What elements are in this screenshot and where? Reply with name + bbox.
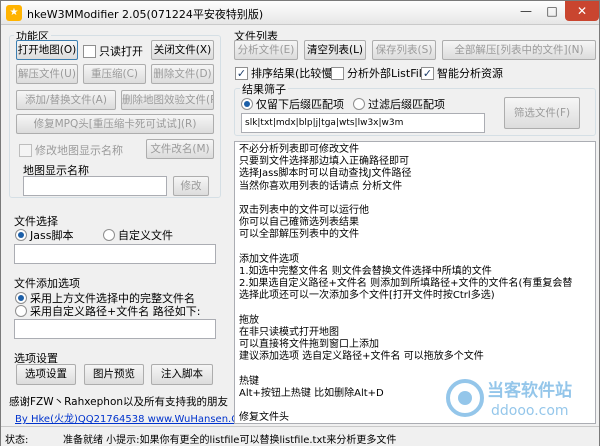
extract-file-button[interactable]: 解压文件(U) bbox=[16, 64, 78, 84]
help-line: 1.如选中完整文件名 则文件会替换文件选择中所填的文件 bbox=[239, 265, 492, 277]
maximize-button[interactable]: □ bbox=[539, 1, 565, 21]
jass-label: Jass脚本 bbox=[30, 229, 74, 242]
sort-result-checkbox[interactable]: ✓ 排序结果(比较慢) bbox=[235, 65, 337, 81]
window-title: hkeW3MModifier 2.05(071224平安夜特别版) bbox=[27, 8, 264, 21]
help-line: 你可以自己確筛选列表结果 bbox=[239, 217, 359, 229]
radio-dot bbox=[15, 229, 27, 241]
credit-link[interactable]: By Hke(火龙)QQ21764538 www.WuHansen.Com bbox=[15, 410, 254, 425]
recompress-button[interactable]: 重压缩(C) bbox=[83, 64, 146, 84]
analyze-external-label: 分析外部ListFile bbox=[347, 67, 429, 80]
map-name-input[interactable] bbox=[23, 176, 167, 196]
help-line bbox=[239, 193, 591, 205]
readonly-checkbox[interactable]: 只读打开 bbox=[83, 43, 143, 59]
filter-title: 结果筛子 bbox=[240, 81, 288, 97]
custom-file-label: 自定义文件 bbox=[118, 229, 173, 242]
settings-button[interactable]: 选项设置 bbox=[16, 364, 76, 385]
delete-protect-button[interactable]: 删除地图效验文件(P) bbox=[121, 90, 214, 110]
thanks-text: 感谢FZW丶Rahxephon以及所有支持我的朋友 bbox=[9, 396, 229, 408]
main-window: ★ hkeW3MModifier 2.05(071224平安夜特别版) — □ … bbox=[0, 0, 600, 446]
help-line: 2.如果选自定义路径+文件名 则添加到所填路径+文件的文件名(有重复会替 bbox=[239, 278, 573, 290]
custom-path-input[interactable] bbox=[14, 319, 216, 339]
help-line: 只要到文件选择那边填入正确路径即可 bbox=[239, 156, 409, 168]
radio-dot bbox=[353, 98, 365, 110]
analyze-external-checkbox[interactable]: 分析外部ListFile bbox=[331, 65, 429, 81]
smart-analyze-label: 智能分析资源 bbox=[437, 67, 503, 80]
filter-out-label: 过滤后缀匹配项 bbox=[368, 98, 445, 111]
add-replace-button[interactable]: 添加/替换文件(A) bbox=[16, 90, 116, 110]
status-label: 状态: bbox=[5, 435, 29, 446]
title-bar[interactable]: ★ hkeW3MModifier 2.05(071224平安夜特别版) — □ … bbox=[1, 1, 599, 25]
modify-name-checkbox[interactable]: 修改地图显示名称 bbox=[19, 142, 123, 158]
help-line: 建议添加选项 选自定义路径+文件名 可以拖放多个文件 bbox=[239, 351, 484, 363]
readonly-label: 只读打开 bbox=[99, 45, 143, 58]
help-line: 双击列表中的文件可以运行他 bbox=[239, 204, 369, 216]
help-line: 拖放 bbox=[239, 314, 259, 326]
help-line bbox=[239, 242, 591, 254]
help-line: 不必分析列表即可修改文件 bbox=[239, 144, 359, 155]
checkbox-box: ✓ bbox=[235, 66, 248, 80]
status-bar: 状态: 准备就绪 小提示:如果你有更全的listfile可以替换listfile… bbox=[1, 426, 599, 446]
custom-path-radio[interactable]: 采用自定义路径+文件名 路径如下: bbox=[15, 303, 200, 319]
delete-file-button[interactable]: 删除文件(D) bbox=[151, 64, 214, 84]
file-add-title: 文件添加选项 bbox=[14, 277, 80, 290]
checkbox-box: ✓ bbox=[421, 66, 434, 80]
close-file-button[interactable]: 关闭文件(X) bbox=[151, 40, 214, 60]
custom-file-radio[interactable]: 自定义文件 bbox=[103, 227, 173, 243]
modify-name-label: 修改地图显示名称 bbox=[35, 144, 123, 157]
extract-all-button[interactable]: 全部解压[列表中的文件](N) bbox=[442, 40, 596, 60]
help-line: 当然你喜欢用列表的话请点 分析文件 bbox=[239, 180, 403, 192]
fix-mpq-button[interactable]: 修复MPQ头[重压缩卡死可试试](R) bbox=[16, 114, 214, 134]
help-line: 添加文件选项 bbox=[239, 253, 299, 265]
smart-analyze-checkbox[interactable]: ✓ 智能分析资源 bbox=[421, 65, 503, 81]
analyze-file-button[interactable]: 分析文件(E) bbox=[234, 40, 298, 60]
rename-file-button[interactable]: 文件改名(M) bbox=[146, 139, 214, 159]
help-line: 在非只读模式打开地图 bbox=[239, 326, 339, 338]
help-line: 可以全部解压列表中的文件 bbox=[239, 229, 359, 241]
watermark-en: ddooo.com bbox=[491, 403, 569, 419]
close-window-button[interactable]: ✕ bbox=[565, 1, 599, 21]
filter-file-button[interactable]: 筛选文件(F) bbox=[504, 97, 580, 129]
sort-result-label: 排序结果(比较慢) bbox=[251, 67, 337, 80]
save-list-button[interactable]: 保存列表(S) bbox=[372, 40, 436, 60]
open-map-button[interactable]: 打开地图(O) bbox=[16, 40, 78, 60]
file-path-input[interactable] bbox=[14, 244, 216, 264]
watermark-logo: 当客软件站 ddooo.com bbox=[446, 379, 572, 419]
image-preview-button[interactable]: 图片预览 bbox=[84, 364, 144, 385]
help-line: 可以直接将文件拖到窗口上添加 bbox=[239, 339, 379, 350]
minimize-button[interactable]: — bbox=[513, 1, 539, 21]
help-line bbox=[239, 302, 591, 314]
help-line: 选择Jass脚本时可以自动查找J文件路径 bbox=[239, 168, 412, 180]
app-icon: ★ bbox=[6, 5, 22, 21]
keep-only-radio[interactable]: 仅留下后缀匹配项 bbox=[241, 96, 344, 112]
radio-dot bbox=[103, 229, 115, 241]
checkbox-box bbox=[331, 66, 344, 80]
status-text: 准备就绪 小提示:如果你有更全的listfile可以替换listfile.txt… bbox=[63, 435, 397, 446]
checkbox-box bbox=[83, 44, 96, 58]
inject-script-button[interactable]: 注入脚本 bbox=[151, 364, 213, 385]
radio-dot bbox=[15, 305, 27, 317]
watermark-cn: 当客软件站 bbox=[487, 380, 572, 401]
suffix-filter-input[interactable]: slk|txt|mdx|blp|j|tga|wts|lw3x|w3m bbox=[241, 113, 485, 133]
modify-button[interactable]: 修改 bbox=[173, 176, 209, 196]
checkbox-box bbox=[19, 143, 32, 157]
radio-dot bbox=[241, 98, 253, 110]
clear-list-button[interactable]: 清空列表(L) bbox=[304, 40, 366, 60]
jass-radio[interactable]: Jass脚本 bbox=[15, 227, 73, 243]
keep-only-label: 仅留下后缀匹配项 bbox=[256, 98, 344, 111]
filter-out-radio[interactable]: 过滤后缀匹配项 bbox=[353, 96, 445, 112]
help-line: 选择此项还可以一次添加多个文件[打开文件时按Ctrl多选) bbox=[239, 290, 495, 302]
custom-path-label: 采用自定义路径+文件名 路径如下: bbox=[30, 305, 201, 318]
